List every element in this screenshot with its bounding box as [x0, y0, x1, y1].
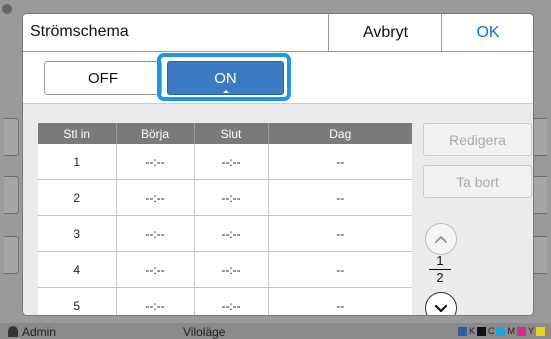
cell-end: --:-- [194, 179, 269, 216]
ink-icon [457, 327, 467, 336]
caret-up-icon [222, 90, 229, 93]
settings-gear-icon [2, 4, 12, 14]
ink-bar-k [476, 327, 486, 336]
cell-end: --:-- [194, 144, 269, 180]
cell-setting: 4 [38, 251, 117, 288]
table-row[interactable]: 5 --:-- --:-- -- [38, 287, 412, 315]
background-tab [532, 118, 547, 156]
cell-setting: 3 [38, 215, 117, 252]
user-icon [8, 326, 18, 337]
cell-start: --:-- [116, 287, 195, 315]
table-row[interactable]: 4 --:-- --:-- -- [38, 251, 412, 288]
cell-day: -- [268, 179, 412, 216]
on-label: ON [214, 69, 237, 87]
user-name: Admin [22, 325, 57, 339]
cell-start: --:-- [116, 144, 195, 180]
ink-bar-y [536, 327, 545, 336]
cell-setting: 1 [38, 144, 117, 180]
on-button[interactable]: ON [167, 61, 284, 95]
delete-button[interactable]: Ta bort [423, 165, 532, 198]
cancel-button[interactable]: Avbryt [328, 14, 442, 51]
off-label: OFF [88, 69, 118, 87]
current-page: 1 [436, 253, 444, 268]
ok-button[interactable]: OK [441, 14, 533, 51]
column-header: Slut [194, 123, 269, 144]
dialog-titlebar: Strömschema Avbryt OK [23, 14, 533, 52]
page-down-button[interactable] [425, 292, 457, 315]
ink-label-c: C [487, 326, 495, 336]
cell-day: -- [268, 215, 412, 252]
background-tab [532, 236, 547, 274]
chevron-up-icon [435, 235, 447, 243]
mode-status: Viloläge [183, 325, 226, 339]
cell-end: --:-- [194, 215, 269, 252]
cell-end: --:-- [194, 251, 269, 288]
dialog-title: Strömschema [30, 23, 129, 40]
cell-setting: 2 [38, 179, 117, 216]
cell-day: -- [268, 287, 412, 315]
schedule-table: Stl in Börja Slut Dag 1 --:-- --:-- -- 2… [38, 123, 412, 315]
ink-bar-m [516, 327, 526, 336]
background-tab [4, 236, 19, 274]
table-row[interactable]: 1 --:-- --:-- -- [38, 144, 412, 180]
background-tab [4, 118, 19, 156]
background-tab [4, 176, 19, 214]
ink-bar-c [496, 327, 506, 336]
table-row[interactable]: 2 --:-- --:-- -- [38, 179, 412, 216]
cell-day: -- [268, 251, 412, 288]
ink-label-m: M [507, 326, 515, 336]
off-button[interactable]: OFF [44, 61, 162, 95]
user-indicator: Admin [8, 323, 57, 339]
power-schedule-dialog: Strömschema Avbryt OK OFF ON Stl in Börj… [23, 14, 533, 315]
status-bar: Admin Viloläge K C M Y [0, 323, 551, 339]
total-pages: 2 [436, 270, 444, 285]
cell-day: -- [268, 144, 412, 180]
ink-label-y: Y [527, 326, 534, 336]
schedule-panel: Stl in Börja Slut Dag 1 --:-- --:-- -- 2… [23, 103, 533, 315]
cell-end: --:-- [194, 287, 269, 315]
cell-setting: 5 [38, 287, 117, 315]
table-header: Stl in Börja Slut Dag [38, 123, 412, 144]
column-header: Stl in [38, 123, 117, 144]
edit-button[interactable]: Redigera [423, 123, 532, 156]
column-header: Dag [268, 123, 412, 144]
cell-start: --:-- [116, 215, 195, 252]
background-tab [532, 176, 547, 214]
chevron-down-icon [434, 304, 448, 312]
page-up-button[interactable] [425, 223, 457, 255]
cell-start: --:-- [116, 179, 195, 216]
ink-levels: K C M Y [457, 326, 545, 336]
table-row[interactable]: 3 --:-- --:-- -- [38, 215, 412, 252]
cell-start: --:-- [116, 251, 195, 288]
column-header: Börja [116, 123, 195, 144]
page-indicator: 1 2 [426, 254, 454, 285]
power-toggle: OFF ON [23, 52, 533, 102]
ink-label-k: K [468, 326, 475, 336]
